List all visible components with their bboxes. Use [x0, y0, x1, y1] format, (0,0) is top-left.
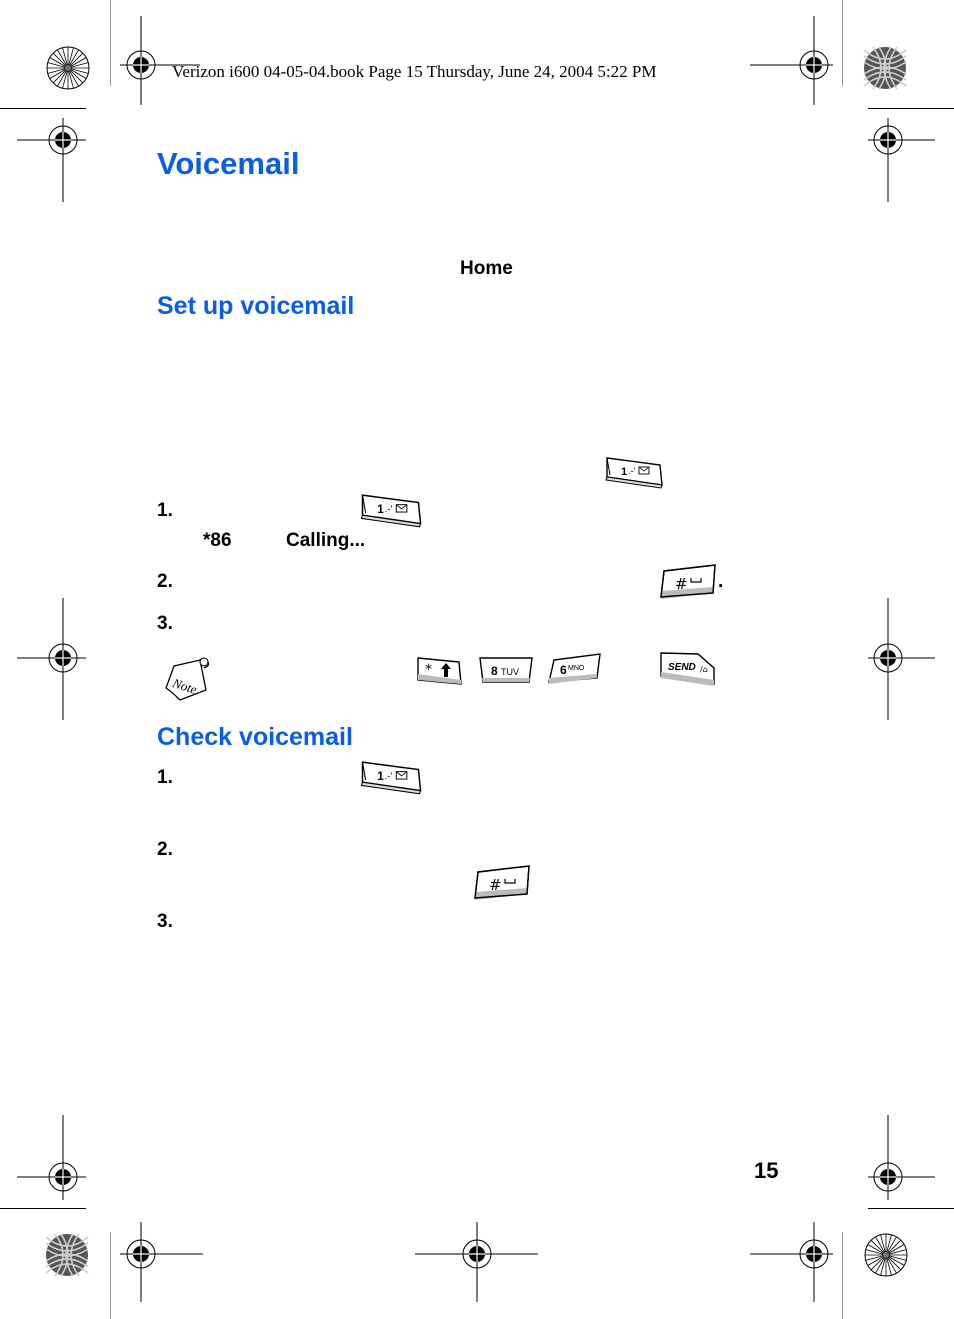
step-number: 2. — [157, 571, 173, 592]
code-star86: *86 — [203, 530, 232, 551]
section-heading-setup: Set up voicemail — [157, 292, 355, 320]
step-number: 2. — [157, 839, 173, 860]
step-number: 3. — [157, 613, 173, 634]
key-8-tuv-icon: 8 TUV — [479, 657, 533, 683]
page-number: 15 — [754, 1158, 779, 1183]
svg-text:MNO: MNO — [568, 665, 585, 672]
running-header: Verizon i600 04-05-04.book Page 15 Thurs… — [172, 62, 657, 81]
key-send-icon: SEND /⌂ — [660, 652, 715, 686]
step-number: 3. — [157, 911, 173, 932]
svg-text:TUV: TUV — [501, 667, 519, 677]
key-1-voicemail-icon — [360, 761, 422, 795]
calling-status: Calling... — [286, 530, 366, 551]
step-number: 1. — [157, 767, 173, 788]
key-1-voicemail-icon: 1 .-' — [360, 494, 422, 528]
svg-text:/⌂: /⌂ — [700, 665, 708, 674]
key-star-shift-icon: * — [417, 657, 462, 685]
key-6-mno-icon: 6 MNO — [548, 653, 601, 684]
svg-text:6: 6 — [560, 663, 567, 677]
key-pound-space-icon — [474, 865, 530, 901]
svg-text:SEND: SEND — [668, 662, 696, 673]
period: . — [718, 571, 724, 592]
step-number: 1. — [157, 500, 173, 521]
key-1-voicemail-icon — [605, 457, 663, 489]
page-title: Voicemail — [157, 146, 300, 181]
key-pound-space-icon: # — [660, 564, 716, 600]
svg-text:8: 8 — [491, 664, 498, 678]
note-icon: Note — [165, 657, 210, 701]
svg-text:*: * — [425, 662, 432, 678]
section-heading-check: Check voicemail — [157, 723, 353, 751]
home-label: Home — [460, 258, 513, 279]
